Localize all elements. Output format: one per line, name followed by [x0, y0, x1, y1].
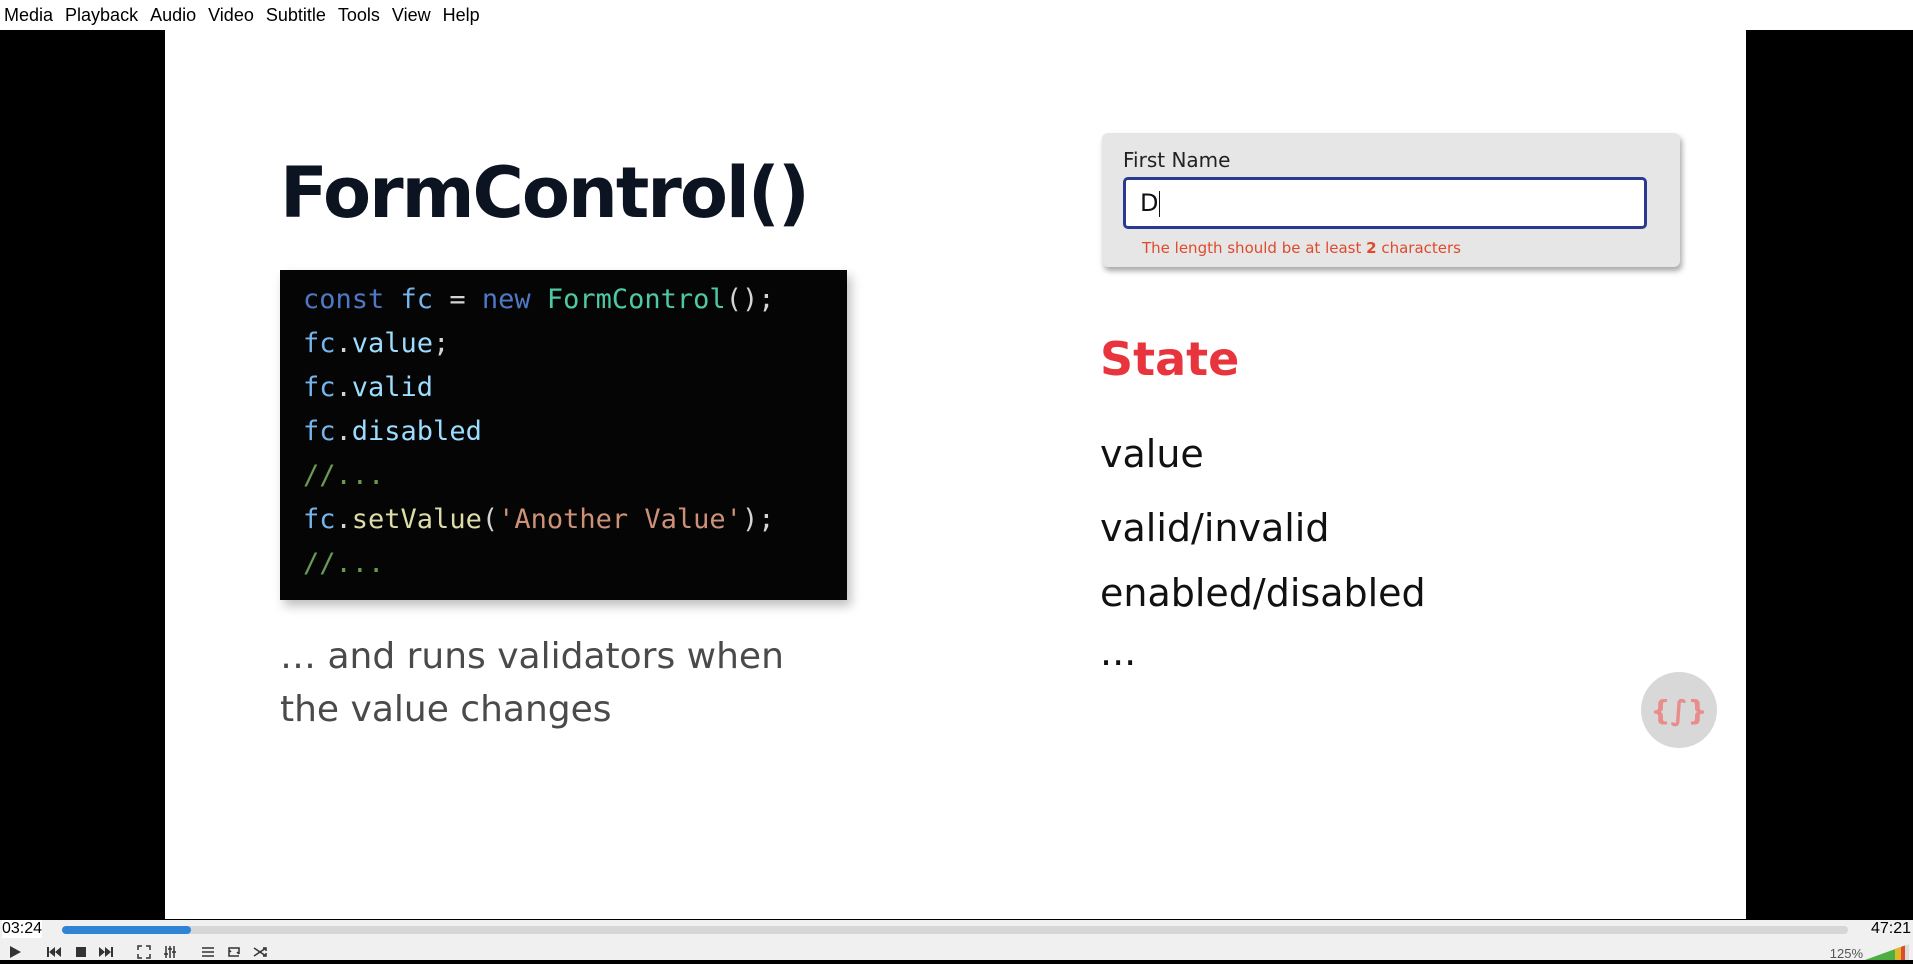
menu-help[interactable]: Help: [439, 5, 486, 26]
code-token: new: [481, 284, 547, 315]
first-name-value: D: [1140, 189, 1159, 217]
code-token: 'Another Value': [498, 504, 742, 535]
error-text-suffix: characters: [1376, 239, 1461, 257]
code-line: //...: [303, 548, 384, 579]
state-item-more: ...: [1100, 630, 1137, 674]
code-token: valid: [351, 372, 434, 403]
code-token: value: [351, 328, 434, 359]
slide-caption: … and runs validators when the value cha…: [280, 630, 840, 736]
state-item-value: value: [1100, 432, 1204, 476]
code-line: fc.valid: [303, 372, 433, 403]
menu-playback[interactable]: Playback: [61, 5, 144, 26]
code-line: const fc = new FormControl();: [303, 284, 774, 315]
play-icon[interactable]: [4, 944, 26, 960]
validation-error: The length should be at least 2 characte…: [1142, 239, 1461, 257]
video-frame: FormControl() const fc = new FormControl…: [165, 30, 1746, 919]
code-token: fc: [303, 416, 336, 447]
seek-bar[interactable]: [62, 926, 1848, 934]
loop-icon[interactable]: [224, 944, 244, 960]
stop-icon[interactable]: [72, 944, 90, 960]
total-time: 47:21: [1870, 920, 1911, 937]
code-line: //...: [303, 460, 384, 491]
code-token: (: [481, 504, 499, 535]
code-token: );: [741, 504, 775, 535]
equalizer-icon[interactable]: [160, 944, 180, 960]
control-buttons: [0, 942, 1913, 960]
menu-video[interactable]: Video: [204, 5, 260, 26]
slide-title: FormControl(): [280, 152, 810, 234]
menu-subtitle[interactable]: Subtitle: [262, 5, 332, 26]
code-token: ();: [725, 284, 775, 315]
code-line: fc.value;: [303, 328, 449, 359]
code-token: .: [335, 372, 352, 403]
previous-icon[interactable]: [44, 944, 64, 960]
form-demo-card: First Name D The length should be at lea…: [1102, 133, 1680, 267]
menu-tools[interactable]: Tools: [334, 5, 386, 26]
video-area[interactable]: FormControl() const fc = new FormControl…: [0, 30, 1913, 920]
volume-level: 125%: [1829, 946, 1863, 961]
code-token: =: [433, 284, 482, 315]
volume-slider[interactable]: [1865, 944, 1909, 960]
first-name-input: D: [1123, 177, 1647, 229]
code-token: fc: [303, 504, 336, 535]
code-token: .: [335, 416, 352, 447]
code-token: //...: [303, 548, 385, 579]
state-item-enabled: enabled/disabled: [1100, 571, 1426, 615]
error-text-prefix: The length should be at least: [1142, 239, 1367, 257]
state-heading: State: [1100, 332, 1240, 386]
code-token: const: [303, 284, 401, 315]
code-token: disabled: [351, 416, 482, 447]
next-icon[interactable]: [96, 944, 116, 960]
fullscreen-icon[interactable]: [134, 944, 154, 960]
caption-line-1: … and runs validators when: [280, 636, 784, 677]
code-token: fc: [303, 328, 336, 359]
code-token: .: [335, 504, 352, 535]
code-token: fc: [303, 372, 336, 403]
caption-line-2: the value changes: [280, 689, 612, 730]
menu-bar: Media Playback Audio Video Subtitle Tool…: [0, 0, 1913, 30]
menu-media[interactable]: Media: [0, 5, 59, 26]
state-item-valid: valid/invalid: [1100, 506, 1330, 550]
seek-bar-progress: [62, 926, 191, 934]
elapsed-time: 03:24: [2, 920, 43, 938]
first-name-label: First Name: [1123, 148, 1231, 172]
shuffle-icon[interactable]: [250, 944, 270, 960]
code-token: //...: [303, 460, 385, 491]
code-token: .: [335, 328, 352, 359]
code-token: FormControl: [546, 284, 726, 315]
code-block: const fc = new FormControl(); fc.value; fc…: [280, 270, 847, 600]
code-token: fc: [400, 284, 434, 315]
code-line: fc.setValue('Another Value');: [303, 504, 774, 535]
playlist-icon[interactable]: [198, 944, 218, 960]
text-cursor: [1159, 191, 1161, 217]
channel-logo: {∫}: [1641, 672, 1717, 748]
code-line: fc.disabled: [303, 416, 482, 447]
menu-view[interactable]: View: [388, 5, 437, 26]
code-token: ;: [433, 328, 450, 359]
error-text-number: 2: [1366, 239, 1377, 257]
menu-audio[interactable]: Audio: [146, 5, 202, 26]
code-token: setValue: [351, 504, 482, 535]
